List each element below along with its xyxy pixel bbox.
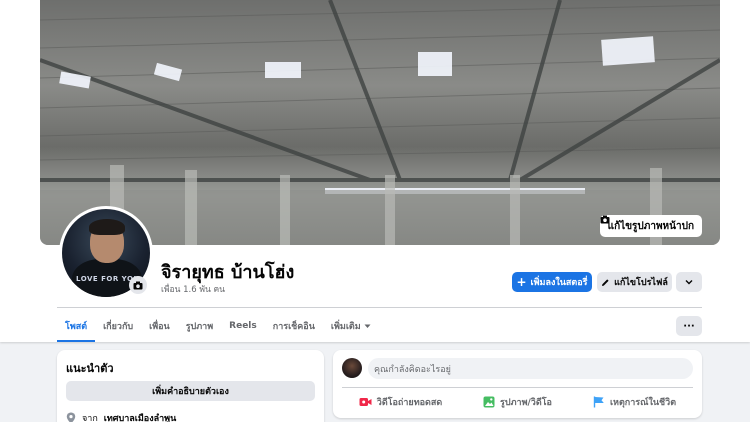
friends-count[interactable]: เพื่อน 1.6 พัน คน [161, 282, 225, 296]
photo-video-label: รูปภาพ/วิดีโอ [500, 398, 552, 408]
composer-actions: วิดีโอถ่ายทอดสด รูปภาพ/วิดีโอ เหตุการณ์ใ… [342, 390, 693, 414]
camera-icon [133, 281, 143, 289]
intro-hometown: จาก เทศบาลเมืองลำพูน [66, 411, 176, 422]
flag-icon [593, 396, 604, 408]
header-divider [57, 307, 702, 308]
avatar-camera-button[interactable] [129, 276, 147, 294]
tab-reels[interactable]: Reels [221, 310, 265, 342]
add-story-label: เพิ่มลงในสตอรี่ [530, 278, 588, 288]
pencil-icon [602, 278, 609, 286]
composer-input[interactable]: คุณกำลังคิดอะไรอยู่ [368, 358, 693, 379]
tab-about[interactable]: เกี่ยวกับ [95, 310, 141, 342]
edit-cover-label: แก้ไขรูปภาพหน้าปก [607, 220, 694, 232]
live-video-icon [359, 398, 372, 406]
tab-photos[interactable]: รูปภาพ [178, 310, 221, 342]
add-bio-button[interactable]: เพิ่มคำอธิบายตัวเอง [66, 381, 315, 401]
photo-icon [483, 396, 495, 408]
profile-more-button[interactable] [676, 272, 702, 292]
intro-card: แนะนำตัว เพิ่มคำอธิบายตัวเอง จาก เทศบาลเ… [57, 350, 324, 422]
profile-header: แก้ไขรูปภาพหน้าปก LOVE FOR YOU จิรายุทธ … [0, 0, 750, 342]
photo-video-button[interactable]: รูปภาพ/วิดีโอ [459, 390, 576, 414]
camera-icon [600, 215, 610, 224]
tab-checkins[interactable]: การเช็คอิน [265, 310, 323, 342]
hometown-place[interactable]: เทศบาลเมืองลำพูน [104, 411, 176, 422]
live-video-label: วิดีโอถ่ายทอดสด [376, 398, 443, 408]
chevron-down-icon [685, 280, 693, 285]
tab-posts[interactable]: โพสต์ [57, 310, 96, 342]
cover-roof-image [40, 0, 720, 245]
composer-avatar[interactable] [342, 358, 362, 378]
location-pin-icon [66, 412, 76, 422]
caret-down-icon [364, 324, 371, 328]
intro-title: แนะนำตัว [66, 362, 114, 375]
edit-profile-label: แก้ไขโปรไฟล์ [614, 278, 668, 288]
hometown-prefix: จาก [82, 414, 98, 422]
tab-friends[interactable]: เพื่อน [141, 310, 178, 342]
ellipsis-icon: ··· [683, 320, 695, 332]
composer-divider [342, 387, 693, 388]
life-event-label: เหตุการณ์ในชีวิต [609, 398, 677, 408]
live-video-button[interactable]: วิดีโอถ่ายทอดสด [342, 390, 459, 414]
cover-photo[interactable]: แก้ไขรูปภาพหน้าปก [40, 0, 720, 245]
edit-cover-button[interactable]: แก้ไขรูปภาพหน้าปก [599, 215, 702, 237]
post-composer: คุณกำลังคิดอะไรอยู่ วิดีโอถ่ายทอดสด รูปภ… [333, 350, 702, 418]
edit-profile-button[interactable]: แก้ไขโปรไฟล์ [597, 272, 672, 292]
add-story-button[interactable]: + เพิ่มลงในสตอรี่ [512, 272, 592, 292]
tabs-overflow-button[interactable]: ··· [676, 316, 702, 336]
tab-more[interactable]: เพิ่มเติม [323, 310, 379, 342]
profile-tabs: โพสต์ เกี่ยวกับ เพื่อน รูปภาพ Reels การเ… [57, 310, 379, 342]
plus-icon: + [516, 275, 527, 289]
life-event-button[interactable]: เหตุการณ์ในชีวิต [576, 390, 693, 414]
